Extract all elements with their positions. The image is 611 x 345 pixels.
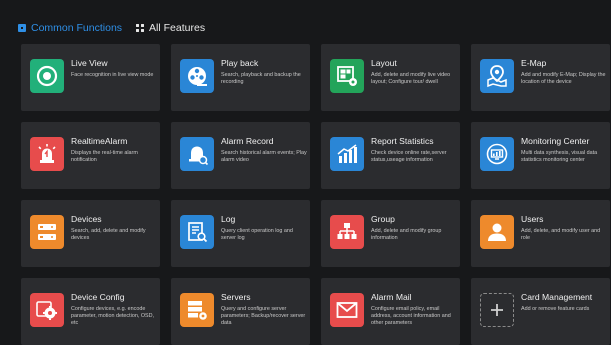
card-title: RealtimeAlarm	[71, 136, 128, 146]
device-config-gear-icon	[30, 293, 64, 327]
card-description: Search historical alarm events; Play ala…	[221, 150, 307, 164]
monitor-chart-icon	[480, 137, 514, 171]
card-title: Card Management	[521, 292, 593, 302]
card-alarm-record[interactable]: Alarm Record Search historical alarm eve…	[171, 122, 310, 189]
alarm-siren-icon	[30, 137, 64, 171]
card-description: Add, delete and modify live video layout…	[371, 72, 451, 86]
card-playback[interactable]: Play back Search, playback and backup th…	[171, 44, 310, 111]
alarm-bell-icon	[180, 137, 214, 171]
card-group[interactable]: Group Add, delete and modify group infor…	[321, 200, 460, 267]
card-description: Query client operation log and server lo…	[221, 228, 293, 242]
card-title: Live View	[71, 58, 108, 68]
card-title: Devices	[71, 214, 102, 224]
card-title: Users	[521, 214, 544, 224]
feature-card-grid: Live View Face recognition in live view …	[21, 44, 610, 345]
card-title: Play back	[221, 58, 259, 68]
card-title: Servers	[221, 292, 251, 302]
devices-icon	[30, 215, 64, 249]
card-title: Alarm Record	[221, 136, 274, 146]
card-description: Query and configure server parameters; B…	[221, 306, 306, 327]
card-description: Search, playback and backup the recordin…	[221, 72, 301, 86]
card-title: Log	[221, 214, 236, 224]
card-servers[interactable]: Servers Query and configure server param…	[171, 278, 310, 345]
card-title: E-Map	[521, 58, 547, 68]
card-description: Add, delete and modify group information	[371, 228, 442, 242]
card-title: Group	[371, 214, 395, 224]
playback-reel-icon	[180, 59, 214, 93]
card-description: Check device online rate,server status,u…	[371, 150, 447, 164]
log-search-icon	[180, 215, 214, 249]
tab-all-features[interactable]: All Features	[136, 22, 205, 34]
user-icon	[480, 215, 514, 249]
card-live-view[interactable]: Live View Face recognition in live view …	[21, 44, 160, 111]
server-gear-icon	[180, 293, 214, 327]
card-description: Add, delete, and modify user and role	[521, 228, 601, 242]
card-report-statistics[interactable]: Report Statistics Check device online ra…	[321, 122, 460, 189]
card-realtime-alarm[interactable]: RealtimeAlarm Displays the real-time ala…	[21, 122, 160, 189]
card-users[interactable]: Users Add, delete, and modify user and r…	[471, 200, 610, 267]
card-title: Monitoring Center	[521, 136, 590, 146]
card-description: Add and modify E-Map; Display the locati…	[521, 72, 606, 86]
card-card-management[interactable]: Card Management Add or remove feature ca…	[471, 278, 610, 345]
card-devices[interactable]: Devices Search, add, delete and modify d…	[21, 200, 160, 267]
card-description: Configure email policy, email address, a…	[371, 306, 451, 327]
card-description: Search, add, delete and modify devices	[71, 228, 146, 242]
grid-icon	[136, 24, 145, 32]
card-monitoring-center[interactable]: Monitoring Center Multi data synthesis, …	[471, 122, 610, 189]
card-alarm-mail[interactable]: Alarm Mail Configure email policy, email…	[321, 278, 460, 345]
card-device-config[interactable]: Device Config Configure devices, e.g. en…	[21, 278, 160, 345]
card-description: Configure devices, e.g. encode parameter…	[71, 306, 154, 327]
card-description: Multi data synthesis, visual data statis…	[521, 150, 598, 164]
map-pin-icon	[480, 59, 514, 93]
tab-common-functions-label: Common Functions	[31, 22, 123, 34]
bar-chart-icon	[330, 137, 364, 171]
card-e-map[interactable]: E-Map Add and modify E-Map; Display the …	[471, 44, 610, 111]
common-functions-icon	[18, 24, 26, 32]
tab-all-features-label: All Features	[149, 22, 206, 34]
layout-icon	[330, 59, 364, 93]
function-tabs: Common Functions All Features	[18, 20, 205, 36]
live-view-icon	[30, 59, 64, 93]
mail-icon	[330, 293, 364, 327]
card-title: Device Config	[71, 292, 125, 302]
card-title: Layout	[371, 58, 397, 68]
card-title: Report Statistics	[371, 136, 434, 146]
card-description: Add or remove feature cards	[521, 306, 590, 312]
card-description: Face recognition in live view mode	[71, 72, 154, 78]
group-tree-icon	[330, 215, 364, 249]
card-description: Displays the real-time alarm notificatio…	[71, 150, 138, 164]
card-title: Alarm Mail	[371, 292, 412, 302]
add-card-icon[interactable]	[480, 293, 514, 327]
tab-common-functions[interactable]: Common Functions	[18, 22, 122, 34]
card-log[interactable]: Log Query client operation log and serve…	[171, 200, 310, 267]
card-layout[interactable]: Layout Add, delete and modify live video…	[321, 44, 460, 111]
